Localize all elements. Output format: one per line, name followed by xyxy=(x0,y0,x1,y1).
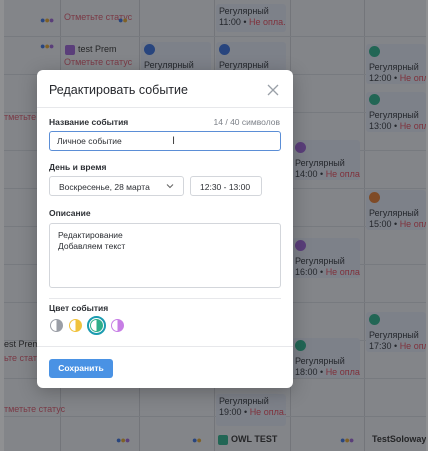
edit-event-dialog: Редактировать событие Название события 1… xyxy=(37,70,293,388)
chevron-down-icon xyxy=(166,184,174,189)
text-cursor-icon: I xyxy=(172,135,176,147)
description-line: Редактирование xyxy=(58,230,123,240)
divider xyxy=(37,346,293,347)
color-swatch-yellow[interactable] xyxy=(69,319,82,332)
char-counter: 14 / 40 символов xyxy=(213,117,280,127)
close-icon[interactable] xyxy=(266,83,280,97)
color-swatch-purple[interactable] xyxy=(111,319,124,332)
dialog-title: Редактировать событие xyxy=(49,83,188,97)
datetime-label: День и время xyxy=(49,162,107,172)
color-swatch-green[interactable] xyxy=(87,316,106,335)
save-button[interactable]: Сохранить xyxy=(49,359,113,378)
color-label: Цвет события xyxy=(49,303,109,313)
description-line: Добавляем текст xyxy=(58,241,126,251)
divider xyxy=(49,298,281,299)
time-select[interactable]: 12:30 - 13:00 xyxy=(190,176,262,196)
description-textarea[interactable]: Редактирование Добавляем текст xyxy=(49,223,281,288)
date-select[interactable]: Воскресенье, 28 марта xyxy=(49,176,184,196)
description-label: Описание xyxy=(49,208,91,218)
event-name-input[interactable] xyxy=(49,131,281,151)
event-name-label: Название события xyxy=(49,117,129,127)
color-swatch-gray[interactable] xyxy=(50,319,63,332)
divider xyxy=(37,107,293,108)
date-value: Воскресенье, 28 марта xyxy=(59,182,150,192)
time-value: 12:30 - 13:00 xyxy=(200,182,251,192)
